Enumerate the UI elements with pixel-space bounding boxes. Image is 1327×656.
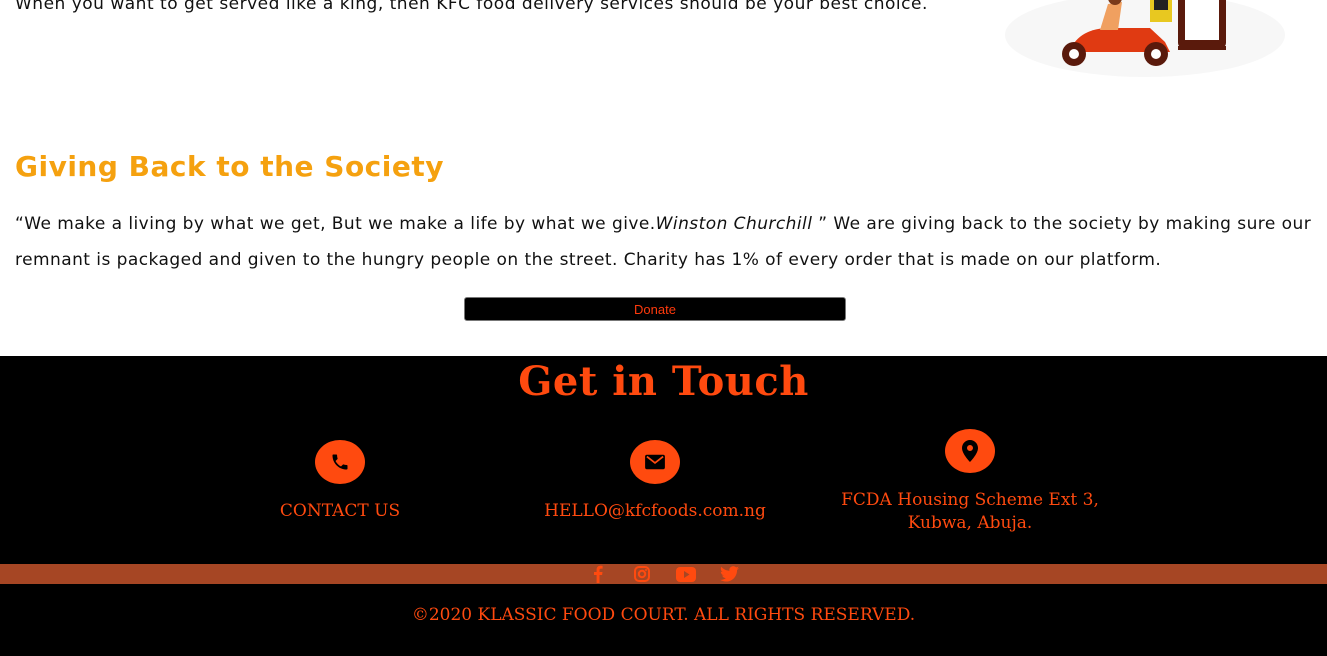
contact-section: Get in Touch CONTACT US HELLO@kfcfoods.c… — [0, 356, 1327, 564]
copyright-text: ©2020 KLASSIC FOOD COURT. ALL RIGHTS RES… — [411, 605, 916, 625]
instagram-icon[interactable] — [629, 564, 655, 584]
contact-title: Get in Touch — [518, 358, 809, 405]
delivery-scooter-illustration — [1000, 0, 1290, 80]
contact-phone[interactable]: CONTACT US — [240, 440, 440, 523]
phone-icon — [315, 440, 365, 484]
quote-text: “We make a living by what we get, But we… — [15, 214, 656, 234]
address-line-1: FCDA Housing Scheme Ext 3, — [841, 490, 1099, 510]
intro-text: When you want to get served like a king,… — [15, 0, 928, 14]
quote-author: Winston Churchill — [655, 214, 813, 234]
donate-button[interactable]: Donate — [464, 297, 846, 321]
mail-icon — [630, 440, 680, 484]
facebook-icon[interactable] — [585, 564, 611, 584]
contact-email[interactable]: HELLO@kfcfoods.com.ng — [520, 440, 790, 523]
address-line-2: Kubwa, Abuja. — [907, 513, 1033, 533]
youtube-icon[interactable] — [673, 564, 699, 584]
contact-us-label[interactable]: CONTACT US — [240, 500, 440, 523]
twitter-icon[interactable] — [717, 564, 743, 584]
location-pin-icon — [945, 429, 995, 473]
footer: ©2020 KLASSIC FOOD COURT. ALL RIGHTS RES… — [0, 584, 1327, 656]
giving-back-paragraph: “We make a living by what we get, But we… — [15, 206, 1315, 278]
contact-address: FCDA Housing Scheme Ext 3, Kubwa, Abuja. — [820, 429, 1120, 535]
giving-back-title: Giving Back to the Society — [15, 150, 445, 183]
social-bar — [0, 564, 1327, 584]
email-label[interactable]: HELLO@kfcfoods.com.ng — [520, 500, 790, 523]
